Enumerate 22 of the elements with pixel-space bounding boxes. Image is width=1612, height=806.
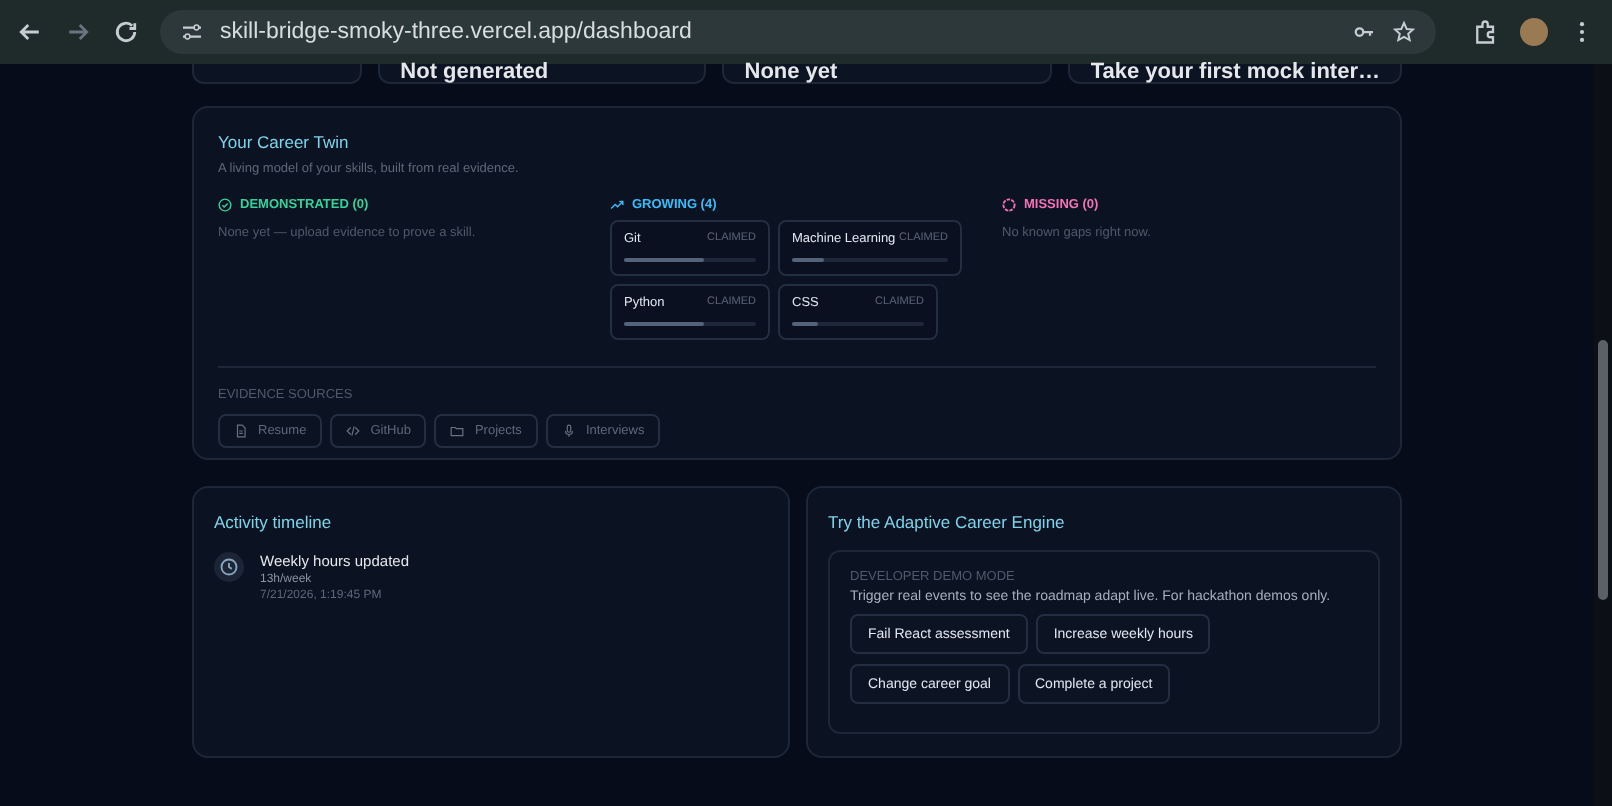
url-text: skill-bridge-smoky-three.vercel.app/dashboard	[220, 20, 692, 44]
address-bar[interactable]: skill-bridge-smoky-three.vercel.app/dashboard	[160, 10, 1436, 54]
microphone-icon	[561, 424, 576, 438]
panel-title: Activity timeline	[214, 512, 334, 532]
document-icon	[234, 424, 248, 438]
scrollbar-thumb[interactable]	[1598, 340, 1608, 600]
back-icon[interactable]	[16, 18, 44, 46]
panel-title: Your Career Twin	[218, 132, 351, 152]
reload-icon[interactable]	[112, 18, 140, 46]
forward-icon[interactable]	[64, 18, 92, 46]
profile-avatar[interactable]	[1520, 18, 1548, 46]
summary-value: Take your first mock inter…	[1090, 62, 1380, 84]
site-info-icon[interactable]	[180, 20, 204, 44]
summary-value: Not generated	[400, 62, 549, 84]
star-icon[interactable]	[1392, 20, 1416, 44]
code-icon	[346, 424, 361, 438]
folder-icon	[450, 424, 465, 438]
summary-value: None yet	[744, 62, 838, 84]
scrollbar[interactable]	[1594, 64, 1612, 806]
panel-title: Try the Adaptive Career Engine	[828, 512, 1067, 532]
clock-icon	[214, 552, 244, 582]
puzzle-icon[interactable]	[1472, 18, 1500, 46]
